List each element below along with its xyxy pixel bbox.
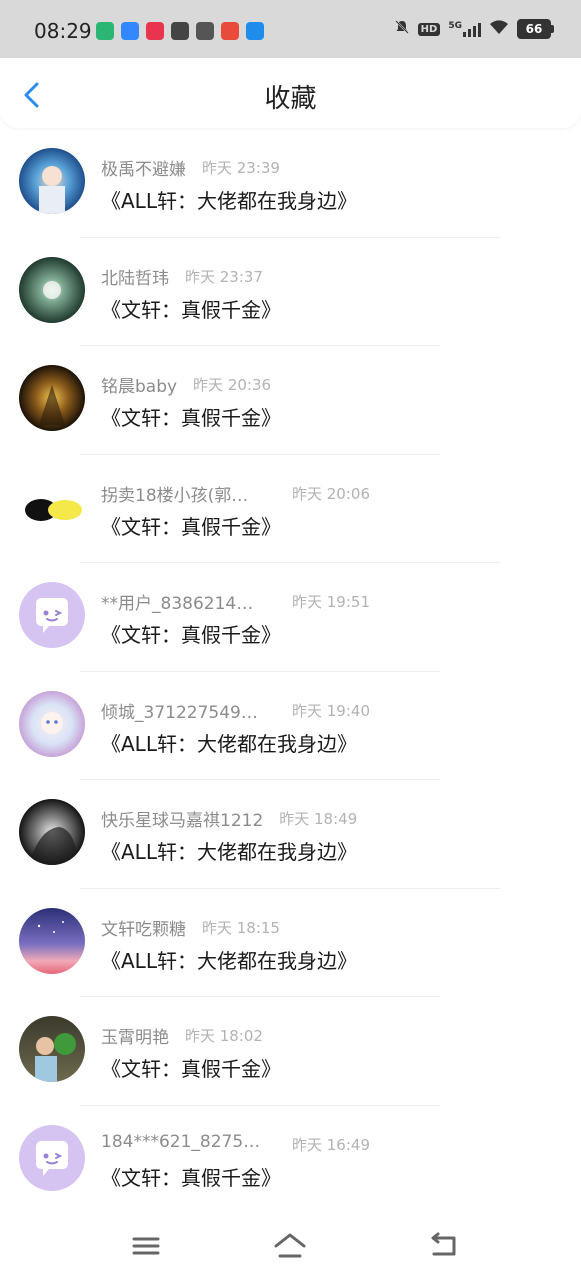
top-header: 收藏 <box>0 58 581 128</box>
status-indicators: HD 5G 66 <box>394 19 554 39</box>
baidu-app-icon <box>121 22 139 40</box>
work-title[interactable]: 《文轩：真假千金》 <box>101 402 281 431</box>
blue-circle-app-icon <box>246 22 264 40</box>
back-icon <box>431 1232 456 1256</box>
menu-button[interactable] <box>128 1230 164 1262</box>
red-app-icon <box>146 22 164 40</box>
timestamp: 昨天 19:40 <box>292 701 370 720</box>
user-name[interactable]: **用户_8386214… <box>101 589 253 614</box>
compass-app-icon <box>171 22 189 40</box>
hd-badge: HD <box>417 22 441 36</box>
user-name[interactable]: 北陆哲玮 <box>101 264 169 289</box>
status-bar: 08:29 HD 5G 66 <box>0 0 581 58</box>
cellular-signal-icon: 5G <box>448 21 481 37</box>
list-item[interactable]: 拐卖18楼小孩(郭… 昨天 20:06 《文轩：真假千金》 <box>0 455 581 563</box>
avatar[interactable] <box>19 690 85 757</box>
work-title[interactable]: 《文轩：真假千金》 <box>101 619 281 648</box>
work-title[interactable]: 《ALL轩：大佬都在我身边》 <box>101 728 357 757</box>
work-title[interactable]: 《文轩：真假千金》 <box>101 1162 281 1191</box>
list-item[interactable]: 极禹不避嫌 昨天 23:39 《ALL轩：大佬都在我身边》 <box>0 129 581 238</box>
user-name[interactable]: 倾城_371227549… <box>101 698 258 723</box>
avatar[interactable] <box>19 1016 85 1082</box>
battery-icon: 66 <box>517 19 554 39</box>
list-item[interactable]: 184***621_8275… 昨天 16:49 《文轩：真假千金》 <box>0 1106 581 1215</box>
network-type-label: 5G <box>448 21 462 31</box>
menu-icon <box>132 1237 160 1255</box>
work-title[interactable]: 《ALL轩：大佬都在我身边》 <box>101 836 357 865</box>
list-item[interactable]: 玉霄明艳 昨天 18:02 《文轩：真假千金》 <box>0 997 581 1106</box>
status-time: 08:29 <box>34 19 92 43</box>
home-icon <box>274 1233 306 1258</box>
back-nav-button[interactable] <box>426 1230 462 1262</box>
user-name[interactable]: 184***621_8275… <box>101 1132 260 1152</box>
list-item[interactable]: 北陆哲玮 昨天 23:37 《文轩：真假千金》 <box>0 238 581 346</box>
user-name[interactable]: 铭晨baby <box>101 372 177 397</box>
list-item[interactable]: **用户_8386214… 昨天 19:51 《文轩：真假千金》 <box>0 563 581 672</box>
timestamp: 昨天 20:06 <box>292 484 370 503</box>
timestamp: 昨天 23:37 <box>184 267 263 286</box>
chat-app-icon <box>196 22 214 40</box>
work-title[interactable]: 《ALL轩：大佬都在我身边》 <box>101 185 357 214</box>
work-title[interactable]: 《ALL轩：大佬都在我身边》 <box>101 945 357 974</box>
map-pin-app-icon <box>221 22 239 40</box>
avatar[interactable] <box>19 148 85 214</box>
default-avatar-chat-icon[interactable] <box>19 582 85 648</box>
wifi-icon <box>489 19 509 39</box>
timestamp: 昨天 20:36 <box>193 376 272 394</box>
default-avatar-chat-icon[interactable] <box>19 1124 85 1191</box>
timestamp: 昨天 18:02 <box>184 1027 263 1045</box>
avatar[interactable] <box>19 256 85 323</box>
play-app-icon <box>96 22 114 40</box>
timestamp: 昨天 18:49 <box>279 810 358 828</box>
timestamp: 昨天 19:51 <box>292 593 370 611</box>
user-name[interactable]: 拐卖18楼小孩(郭… <box>101 481 248 506</box>
timestamp: 昨天 23:39 <box>201 159 280 177</box>
home-button[interactable] <box>272 1230 308 1262</box>
avatar[interactable] <box>19 799 85 865</box>
work-title[interactable]: 《文轩：真假千金》 <box>101 1053 281 1082</box>
user-name[interactable]: 文轩吃颗糖 <box>101 915 186 940</box>
status-app-icons <box>96 22 264 40</box>
timestamp: 昨天 16:49 <box>292 1135 370 1154</box>
timestamp: 昨天 18:15 <box>201 918 280 937</box>
user-name[interactable]: 快乐星球马嘉祺1212 <box>101 806 263 831</box>
work-title[interactable]: 《文轩：真假千金》 <box>101 511 281 540</box>
list-item[interactable]: 倾城_371227549… 昨天 19:40 《ALL轩：大佬都在我身边》 <box>0 672 581 780</box>
avatar[interactable] <box>19 365 85 431</box>
avatar[interactable] <box>19 907 85 974</box>
mute-bell-icon <box>394 19 410 39</box>
page-title: 收藏 <box>264 84 317 114</box>
work-title[interactable]: 《文轩：真假千金》 <box>101 294 281 323</box>
user-name[interactable]: 极禹不避嫌 <box>101 155 186 180</box>
avatar[interactable] <box>19 473 85 540</box>
list-item[interactable]: 文轩吃颗糖 昨天 18:15 《ALL轩：大佬都在我身边》 <box>0 889 581 997</box>
favorites-list: 极禹不避嫌 昨天 23:39 《ALL轩：大佬都在我身边》 北陆哲玮 昨天 23:37 《… <box>0 129 581 1214</box>
system-nav-bar <box>0 1210 581 1280</box>
list-item[interactable]: 铭晨baby 昨天 20:36 《文轩：真假千金》 <box>0 346 581 455</box>
user-name[interactable]: 玉霄明艳 <box>101 1023 169 1048</box>
list-item[interactable]: 快乐星球马嘉祺1212 昨天 18:49 《ALL轩：大佬都在我身边》 <box>0 780 581 889</box>
